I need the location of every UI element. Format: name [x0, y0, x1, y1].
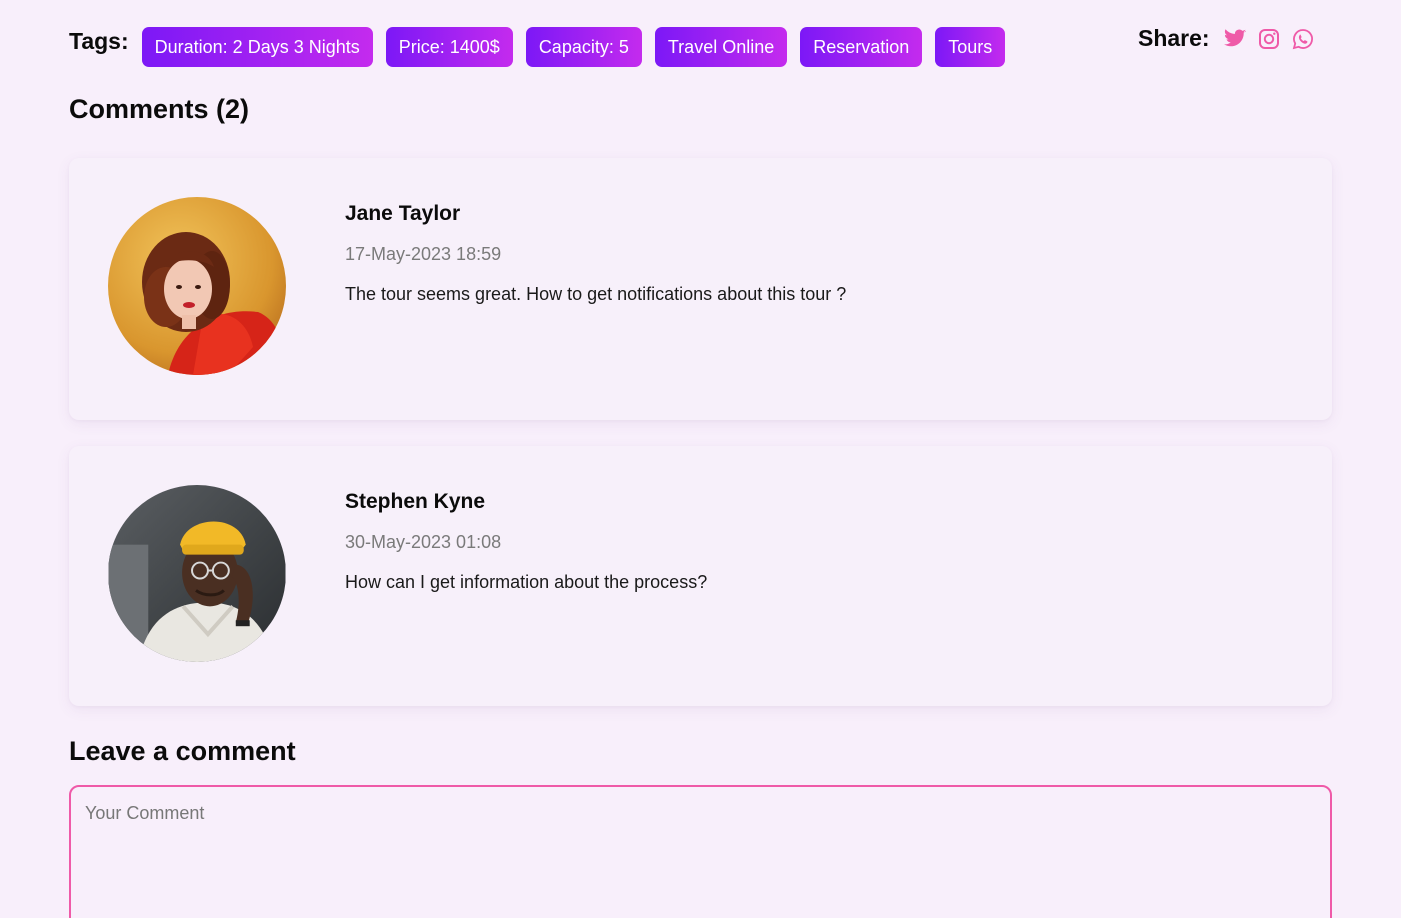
comment-date: 30-May-2023 01:08 — [345, 532, 502, 552]
avatar — [108, 197, 286, 375]
comment-input[interactable] — [69, 785, 1332, 918]
tag-tours[interactable]: Tours — [935, 27, 1006, 67]
tags-row: Tags: Duration: 2 Days 3 Nights Price: 1… — [69, 27, 1018, 67]
instagram-icon[interactable] — [1256, 26, 1282, 52]
comment-card: Stephen Kyne 30-May-2023 01:08 How can I… — [69, 446, 1332, 706]
comment-author: Stephen Kyne — [345, 490, 486, 513]
avatar — [108, 485, 286, 662]
tag-travel-online[interactable]: Travel Online — [654, 27, 788, 67]
avatar-photo-man — [108, 485, 286, 662]
share-label: Share: — [1138, 25, 1210, 51]
comment-text: How can I get information about the proc… — [345, 572, 708, 592]
comment-date: 17-May-2023 18:59 — [345, 244, 502, 264]
comments-title: Comments (2) — [69, 94, 250, 124]
comment-text: The tour seems great. How to get notific… — [345, 284, 847, 304]
avatar-photo-woman — [108, 197, 286, 375]
tag-price[interactable]: Price: 1400$ — [385, 27, 513, 67]
tags-label: Tags: — [69, 27, 129, 54]
twitter-icon[interactable] — [1222, 26, 1248, 52]
comment-author: Jane Taylor — [345, 202, 461, 225]
whatsapp-icon[interactable] — [1290, 26, 1316, 52]
tag-duration[interactable]: Duration: 2 Days 3 Nights — [141, 27, 373, 67]
tag-reservation[interactable]: Reservation — [800, 27, 923, 67]
comment-card: Jane Taylor 17-May-2023 18:59 The tour s… — [69, 158, 1332, 420]
share-bar: Share: — [1138, 25, 1324, 52]
leave-comment-title: Leave a comment — [69, 736, 296, 766]
tag-capacity[interactable]: Capacity: 5 — [525, 27, 642, 67]
